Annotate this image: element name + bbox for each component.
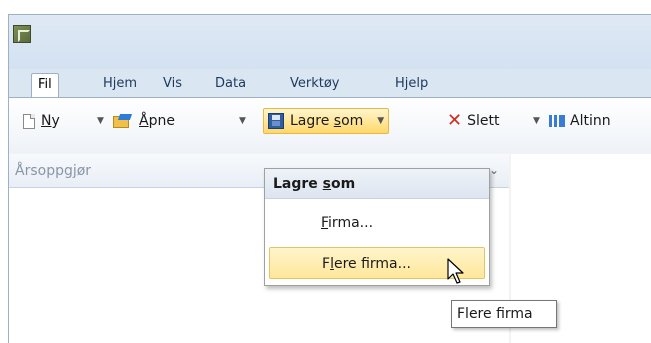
save-as-label: Lagre som <box>290 113 364 129</box>
title-bar <box>9 15 651 69</box>
new-label: Ny <box>41 113 60 129</box>
tab-hjelp[interactable]: Hjelp <box>389 73 434 97</box>
chevron-down-icon: ▼ <box>533 116 540 126</box>
chevron-down-icon: ▼ <box>239 116 246 126</box>
delete-dropdown-arrow[interactable]: ▼ <box>533 108 540 134</box>
tab-fil[interactable]: Fil <box>31 73 59 97</box>
menu-item-firma-label: Firma... <box>321 215 374 231</box>
tab-vis[interactable]: Vis <box>157 73 188 97</box>
save-disk-icon <box>268 113 284 129</box>
new-button[interactable]: Ny <box>23 108 60 134</box>
chevron-down-icon[interactable]: ⌄ <box>489 163 499 177</box>
toolbar: Ny ▼ Åpne ▼ Lagre som ▼ ✕ Slett ▼ Altinn <box>9 97 651 153</box>
save-as-menu-header: Lagre som <box>265 169 489 199</box>
mouse-pointer-icon <box>446 258 470 286</box>
altinn-button[interactable]: Altinn <box>549 108 651 134</box>
new-dropdown-arrow[interactable]: ▼ <box>97 108 104 134</box>
open-button[interactable]: Åpne <box>113 108 175 134</box>
open-folder-icon <box>113 113 133 129</box>
chevron-down-icon: ▼ <box>97 116 104 126</box>
tooltip-text: Flere firma <box>457 306 533 322</box>
save-as-button[interactable]: Lagre som ▼ <box>263 108 390 134</box>
save-as-menu-title: Lagre som <box>273 176 356 192</box>
tab-data[interactable]: Data <box>209 73 252 97</box>
delete-button[interactable]: ✕ Slett <box>447 108 499 134</box>
altinn-label: Altinn <box>570 113 611 129</box>
chevron-down-icon: ▼ <box>377 116 385 126</box>
delete-label: Slett <box>467 113 500 129</box>
tooltip: Flere firma <box>451 300 557 328</box>
open-dropdown-arrow[interactable]: ▼ <box>239 108 246 134</box>
tab-verktoy[interactable]: Verktøy <box>284 73 346 97</box>
tab-hjem[interactable]: Hjem <box>97 73 143 97</box>
app-icon[interactable] <box>13 25 31 43</box>
delete-x-icon: ✕ <box>447 110 463 131</box>
left-pane-title: Årsoppgjør <box>15 163 92 179</box>
menu-item-flere-firma-label: Flere firma... <box>322 256 411 272</box>
open-label: Åpne <box>139 113 175 129</box>
menu-item-firma[interactable]: Firma... <box>265 207 489 239</box>
altinn-icon <box>549 115 565 127</box>
menu-tabs: Fil Hjem Vis Data Verktøy Hjelp <box>9 69 651 97</box>
new-document-icon <box>23 113 35 129</box>
